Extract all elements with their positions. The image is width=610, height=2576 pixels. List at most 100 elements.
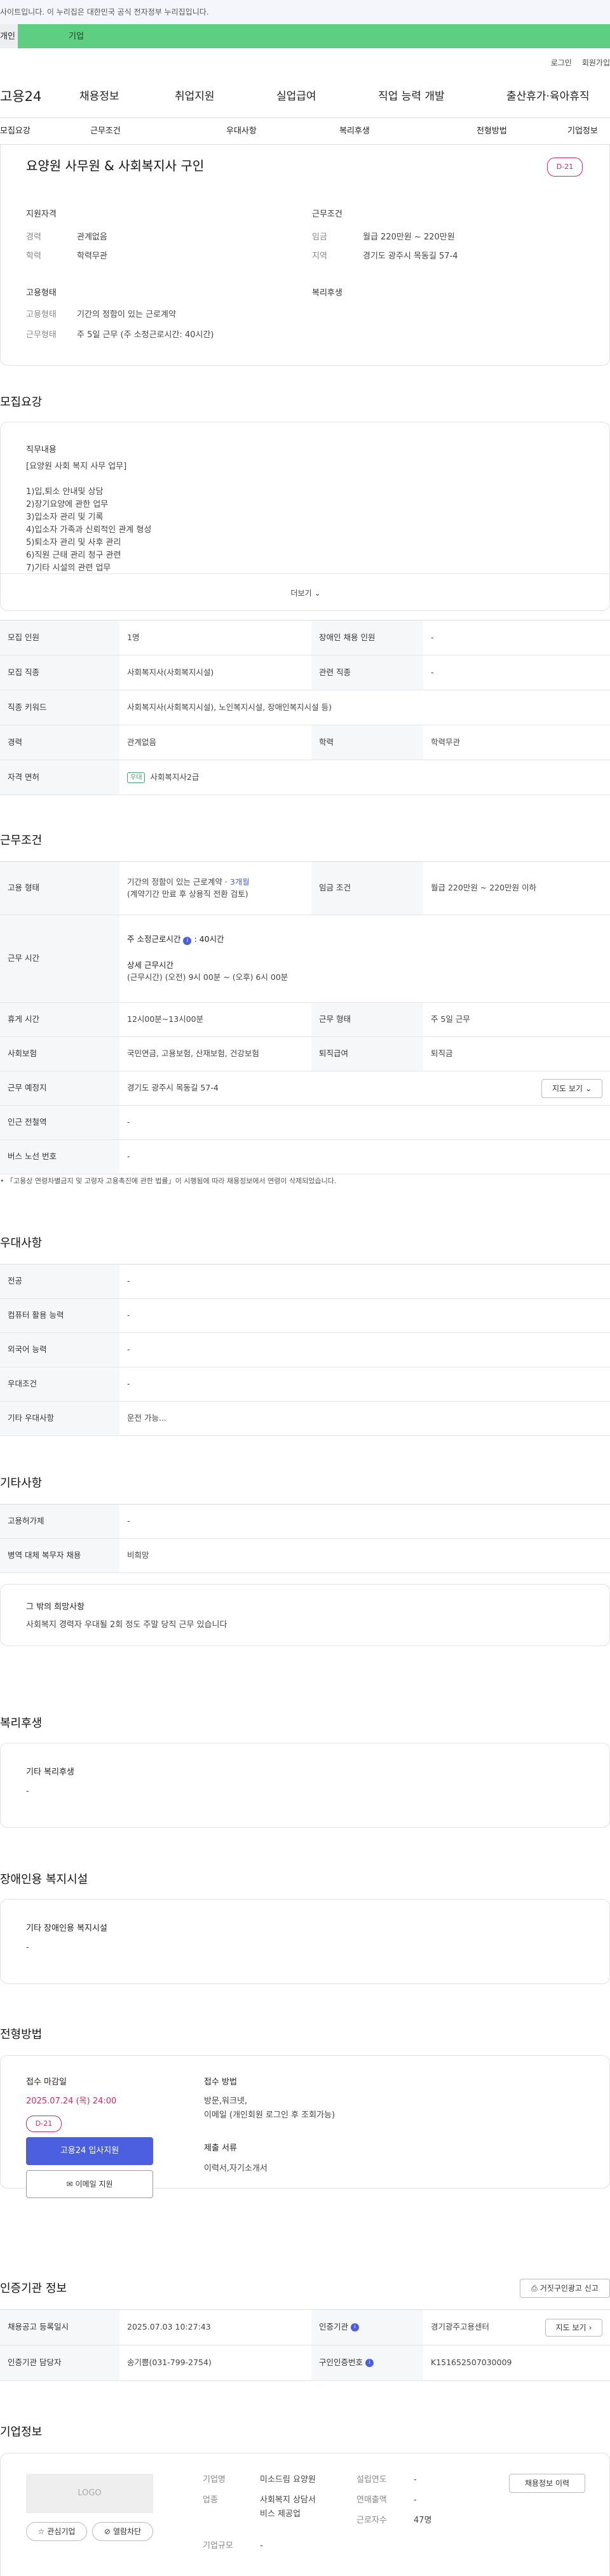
name-value: 미소드림 요양원: [260, 2475, 316, 2485]
scale-label: 기업규모: [203, 2541, 233, 2551]
w-type-label: 고용 형태: [0, 862, 119, 915]
gnb-employment-support[interactable]: 취업지원: [175, 89, 276, 105]
disab-sub: 기타 장애인용 복지시설: [26, 1924, 107, 1933]
work-title: 근무조건: [0, 834, 43, 847]
info-icon[interactable]: i: [365, 2359, 374, 2367]
hope-box: 그 밖의 희망사항 사회복지 경력자 우대될 2회 정도 주말 당직 근무 있습…: [0, 1584, 610, 1646]
tab-personal[interactable]: 개인: [0, 24, 18, 48]
no-value: K151652507030009: [431, 2358, 512, 2368]
site-logo[interactable]: 고용24: [0, 87, 79, 107]
wtype-label: 근무형태: [26, 330, 57, 340]
chevron-down-icon: ⌄: [314, 588, 321, 598]
proc-title: 전형방법: [0, 2028, 43, 2041]
info-icon[interactable]: i: [183, 937, 192, 946]
block-button[interactable]: ⊘ 열람차단: [92, 2522, 153, 2541]
found-label: 설립연도: [356, 2475, 387, 2485]
gnb-leave[interactable]: 출산휴가·육아휴직: [506, 89, 590, 105]
welfare-value: -: [26, 1787, 29, 1796]
job-label: 모집 직종: [0, 655, 119, 690]
map-button[interactable]: 지도 보기 ⌄: [541, 1078, 602, 1098]
pref-row: 컴퓨터 활용 능력 -: [0, 1299, 610, 1333]
area-value: 경기도 광주시 목동길 57-4: [363, 252, 458, 261]
disab-value: -: [26, 1943, 29, 1952]
emp-label: 근로자수: [356, 2516, 387, 2525]
lnb-welfare[interactable]: 복리후생: [339, 125, 370, 138]
etc-value: 비희망: [127, 1550, 149, 1560]
report-button[interactable]: ⎙ 거짓구인광고 신고: [520, 2279, 610, 2298]
industry-value-2: 비스 제공업: [260, 2509, 301, 2519]
login-link[interactable]: 로그인: [551, 57, 572, 76]
etc-title: 기타사항: [0, 1477, 43, 1490]
form-value: 주 5일 근무: [431, 1014, 470, 1024]
related-label: 관련 직종: [311, 655, 423, 690]
sev-value: 퇴직금: [431, 1049, 453, 1059]
pref-label: 우대조건: [0, 1367, 119, 1401]
hours-week-label: 주 소정근로시간: [127, 934, 181, 944]
lnb-recruit[interactable]: 모집요강: [0, 125, 30, 138]
more-button[interactable]: 더보기 ⌄: [1, 574, 609, 610]
license-value: 사회복지사2급: [150, 772, 200, 782]
util-menu: 로그인 회원가입: [0, 48, 610, 76]
area-label: 지역: [312, 252, 327, 261]
tab-company[interactable]: 기업: [18, 24, 610, 48]
chevron-right-icon: ›: [588, 2323, 592, 2332]
org-map-button[interactable]: 지도 보기 ›: [545, 2318, 602, 2337]
hope-title: 그 밖의 희망사항: [26, 1602, 85, 1612]
job-title: 요양원 사무원 & 사회복지사 구인: [26, 158, 205, 173]
age-note: • 「고용상 연령차별금지 및 고령자 고용촉진에 관한 법률」이 시행됨에 따…: [0, 1177, 337, 1185]
mgr-value: 송기쁨(031-799-2754): [127, 2358, 212, 2368]
user-tabs: 개인 기업: [0, 24, 610, 48]
pref-value: -: [127, 1310, 130, 1320]
chevron-down-icon: ⌄: [585, 1083, 592, 1093]
industry-value-1: 사회복지 상담서: [260, 2495, 316, 2505]
reg-label: 채용공고 등록일시: [0, 2310, 119, 2345]
disabled-value: -: [431, 632, 434, 642]
w-hours-label: 근무 시간: [0, 915, 119, 1002]
method-label: 접수 방법: [204, 2077, 237, 2087]
hours-detail-label: 상세 근무시간: [127, 960, 173, 970]
found-value: -: [414, 2475, 417, 2485]
etc-row: 고용허가제 -: [0, 1505, 610, 1539]
lnb-work[interactable]: 근무조건: [90, 125, 121, 138]
license-label: 자격 면허: [0, 760, 119, 795]
exp-value: 관계없음: [77, 232, 107, 242]
email-button[interactable]: ✉ 이메일 지원: [26, 2170, 153, 2198]
apply-button[interactable]: 고용24 입사지원: [26, 2137, 153, 2165]
recruit-table: 모집 인원 1명 장애인 채용 인원 - 모집 직종 사회복지사(사회복지시설)…: [0, 620, 610, 795]
signup-link[interactable]: 회원가입: [582, 57, 610, 76]
scale-value: -: [260, 2541, 263, 2551]
exp-label: 경력: [26, 232, 41, 242]
disab-box: 기타 장애인용 복지시설 -: [0, 1899, 610, 1984]
etc-label: 병역 대체 복무자 채용: [0, 1539, 119, 1573]
recruit-title: 모집요강: [0, 396, 43, 409]
hours-week-value: : 40시간: [194, 934, 224, 944]
info-icon[interactable]: i: [351, 2323, 360, 2331]
gov-banner: 사이트입니다. 이 누리집은 대한민국 공식 전자정부 누리집입니다.: [0, 0, 610, 24]
work-table: 고용 형태 기간의 정함이 있는 근로계약 · 3개월 (계약기간 만료 후 상…: [0, 861, 610, 1174]
block-icon: ⊘: [104, 2527, 111, 2536]
interest-button[interactable]: ☆ 관심기업: [26, 2522, 87, 2541]
lnb-company[interactable]: 기업정보: [567, 125, 598, 138]
cond-title: 근무조건: [312, 210, 342, 219]
dday-badge: D-21: [547, 158, 583, 177]
proc-dday-badge: D-21: [26, 2116, 62, 2132]
disabled-label: 장애인 채용 인원: [311, 621, 423, 655]
company-title: 기업정보: [0, 2425, 43, 2439]
gnb-jobs[interactable]: 채용정보: [79, 89, 175, 105]
pref-value: -: [127, 1345, 130, 1355]
gnb-training[interactable]: 직업 능력 개발: [378, 89, 506, 105]
r-edu-value: 학력무관: [431, 737, 461, 747]
welfare-title: 복리후생: [312, 288, 342, 298]
qual-title: 지원자격: [26, 210, 57, 219]
w-type-note: (계약기간 만료 후 상용직 전환 검토): [127, 889, 248, 899]
duty-text: [요양원 사회 복지 사무 업무] 1)입,퇴소 안내및 상담 2)장기요양에 …: [26, 462, 152, 573]
gnb-unemployment[interactable]: 실업급여: [276, 89, 378, 105]
history-button[interactable]: 채용정보 이력: [509, 2474, 585, 2493]
mgr-label: 인증기관 담당자: [0, 2345, 119, 2380]
etc-value: -: [127, 1516, 130, 1526]
lnb-process[interactable]: 전형방법: [477, 125, 507, 138]
lnb-pref[interactable]: 우대사항: [226, 125, 257, 138]
deadline-label: 접수 마감일: [26, 2077, 67, 2087]
wage-label: 임금: [312, 232, 327, 242]
name-label: 기업명: [203, 2475, 226, 2485]
